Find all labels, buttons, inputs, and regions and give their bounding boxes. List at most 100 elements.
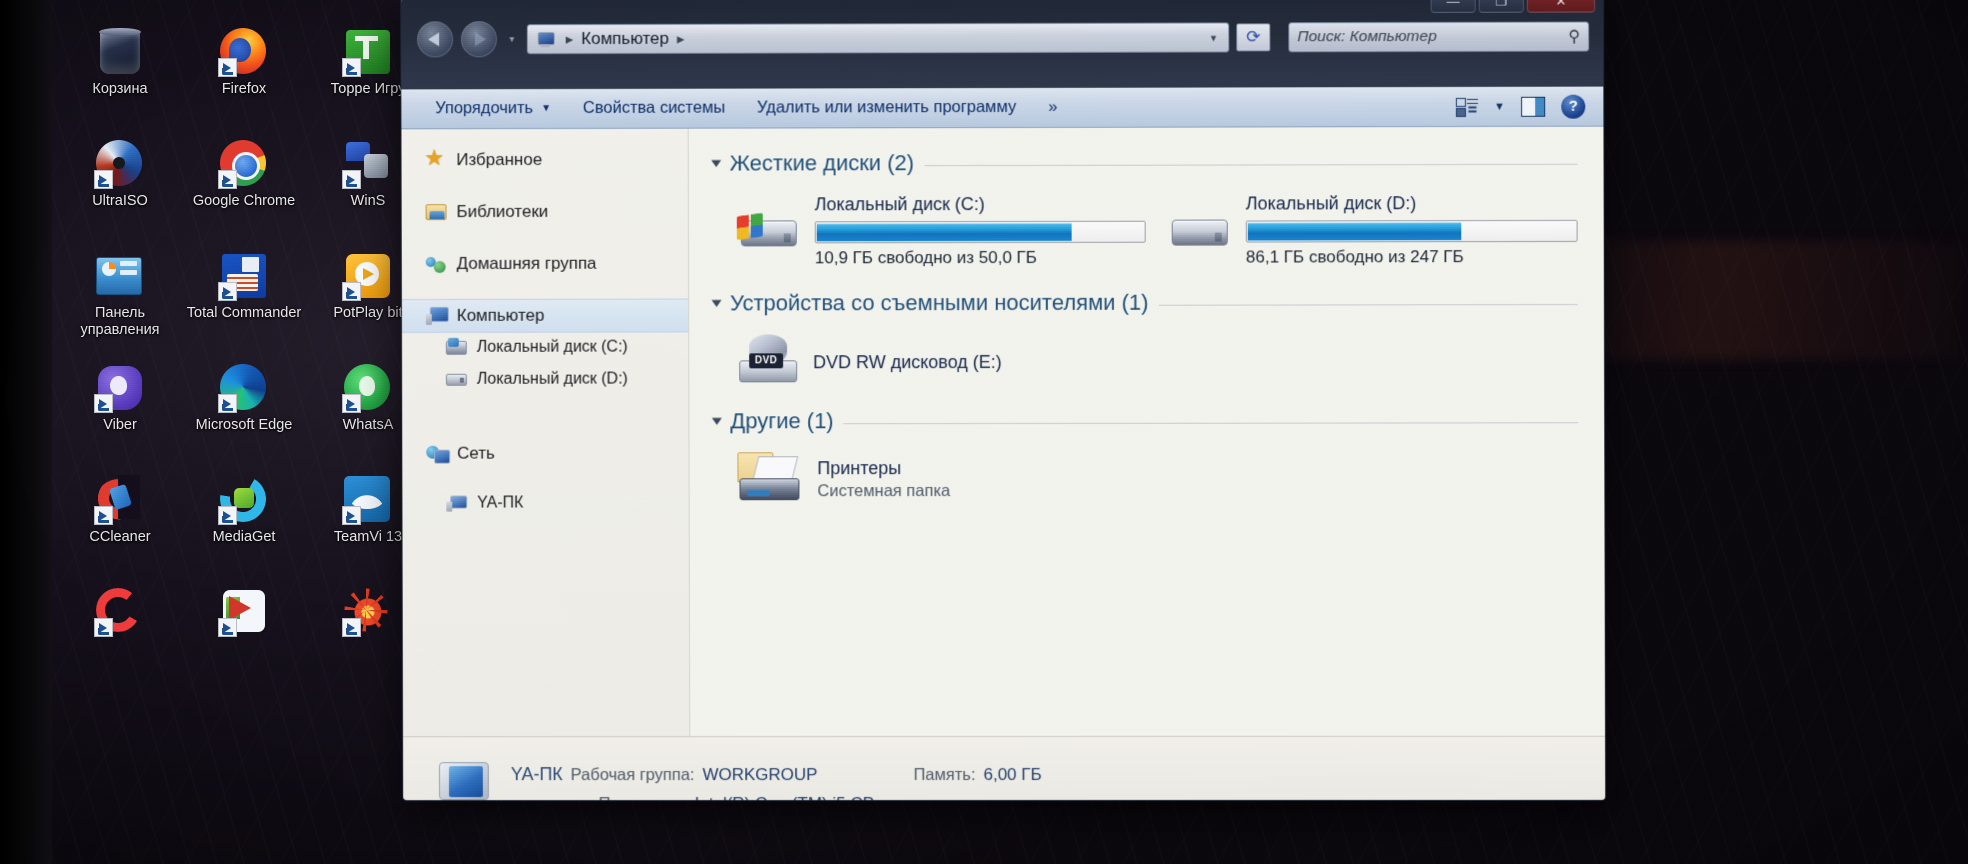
computer-monitor-icon [433, 760, 495, 801]
sidebar-item-label: YA-ПК [477, 494, 524, 512]
back-arrow-icon[interactable] [417, 21, 454, 58]
workgroup-value: WORKGROUP [702, 764, 818, 784]
desktop-icon-label: Microsoft Edge [195, 417, 293, 433]
minimize-button[interactable]: — [1430, 0, 1476, 13]
view-dropdown-button[interactable]: ▼ [1486, 91, 1513, 121]
desktop-icon-label: TeamVi 13 [333, 529, 403, 545]
drive-item-c[interactable]: Локальный диск (C:) 10,9 ГБ свободно из … [736, 192, 1146, 269]
desktop-icon-recycle-bin[interactable]: Корзина [58, 22, 182, 134]
sidebar-item-network[interactable]: Сеть [402, 436, 688, 470]
uninstall-change-program-button[interactable]: Удалить или изменить программу [741, 92, 1032, 123]
desktop-icon-firefox[interactable]: Firefox [182, 22, 306, 134]
desktop-icon-viber[interactable]: Viber [58, 358, 182, 470]
processor-value: Intel(R) Core(TM) i5 CP... [695, 794, 886, 801]
group-header[interactable]: Жесткие диски (2) [711, 149, 1578, 177]
details-line-2: Процессор: Intel(R) Core(TM) i5 CP... [511, 793, 1581, 801]
computer-icon [446, 494, 468, 514]
system-drive-icon [736, 208, 801, 258]
details-pane: YA-ПК Рабочая группа: WORKGROUP Память: … [403, 735, 1606, 801]
desktop-icon-row: CCleaner MediaGet TeamVi 13 [58, 470, 438, 582]
desktop-icon-partial-1[interactable] [58, 582, 182, 694]
firefox-icon [218, 28, 268, 77]
drive-free-space: 86,1 ГБ свободно из 247 ГБ [1245, 247, 1464, 267]
preview-pane-button[interactable] [1513, 91, 1553, 121]
window-body: Избранное Библиотеки Домашняя группа Ком… [401, 126, 1606, 737]
sidebar-item-computer[interactable]: Компьютер [401, 298, 689, 333]
libraries-icon [425, 202, 448, 222]
printers-details: Принтеры Системная папка [817, 452, 950, 501]
drive-list: Локальный диск (C:) 10,9 ГБ свободно из … [711, 181, 1578, 277]
navigation-pane: Избранное Библиотеки Домашняя группа Ком… [401, 128, 691, 737]
help-icon: ? [1561, 94, 1586, 119]
close-button[interactable]: ✕ [1526, 0, 1596, 13]
printers-folder[interactable]: Принтеры Системная папка [711, 439, 1578, 512]
drive-icon [1168, 208, 1232, 258]
sidebar-item-local-disk-c[interactable]: Локальный диск (C:) [402, 333, 688, 363]
refresh-button[interactable]: ⟳ [1236, 23, 1271, 52]
breadcrumb-computer[interactable]: Компьютер [581, 29, 669, 49]
change-view-button[interactable] [1448, 91, 1486, 121]
whatsapp-icon [342, 364, 392, 413]
search-input[interactable]: Поиск: Компьютер ⚲ [1288, 21, 1590, 53]
group-divider [1158, 303, 1578, 306]
sidebar-item-label: Локальный диск (C:) [476, 338, 628, 356]
breadcrumb-separator-icon: ▸ [565, 31, 574, 49]
organize-button[interactable]: Упорядочить ▼ [419, 94, 567, 124]
sidebar-item-ya-pc[interactable]: YA-ПК [402, 488, 688, 518]
desktop-icon-google-chrome[interactable]: Google Chrome [182, 134, 306, 246]
address-dropdown-icon[interactable]: ▾ [1207, 31, 1225, 44]
drive-name: Локальный диск (C:) [814, 194, 985, 215]
desktop-icon-control-panel[interactable]: Панель управления [58, 246, 182, 358]
desktop-icon-label: Viber [103, 417, 137, 433]
desktop-icon-ccleaner[interactable]: CCleaner [58, 470, 182, 582]
sidebar-item-libraries[interactable]: Библиотеки [402, 195, 688, 230]
sidebar-item-homegroup[interactable]: Домашняя группа [402, 247, 688, 281]
desktop-icon-total-commander[interactable]: Total Commander [182, 246, 306, 358]
desktop-icon-partial-2[interactable] [182, 582, 306, 694]
drive-item-d[interactable]: Локальный диск (D:) 86,1 ГБ свободно из … [1168, 191, 1578, 268]
drive-c-icon [445, 338, 468, 358]
system-properties-button[interactable]: Свойства системы [567, 93, 741, 123]
collapse-triangle-icon[interactable] [711, 417, 722, 425]
recent-pages-chevron-icon[interactable]: ▾ [505, 34, 519, 45]
sidebar-item-local-disk-d[interactable]: Локальный диск (D:) [402, 364, 688, 394]
dvd-drive-e[interactable]: DVD DVD RW дисковод (E:) [711, 321, 1578, 392]
desktop-icon-label: MediaGet [212, 529, 276, 545]
group-header[interactable]: Другие (1) [711, 407, 1579, 434]
memory-label: Память: [913, 765, 976, 784]
desktop-icon-row [58, 582, 438, 694]
winscp-icon [342, 140, 392, 189]
collapse-triangle-icon[interactable] [711, 299, 722, 307]
title-bar[interactable]: — ❐ ✕ [401, 0, 1603, 18]
forward-arrow-icon[interactable] [460, 21, 497, 58]
desktop-icon-label: WhatsA [342, 417, 394, 433]
desktop-icon-mediaget[interactable]: MediaGet [182, 470, 306, 582]
drive-usage-fill [816, 222, 1072, 242]
address-bar[interactable]: ▸ Компьютер ▸ ▾ [526, 22, 1230, 55]
group-header[interactable]: Устройства со съемными носителями (1) [711, 289, 1578, 316]
preview-pane-icon [1521, 96, 1546, 117]
sidebar-item-label: Локальный диск (D:) [476, 370, 628, 388]
drive-details: Локальный диск (D:) 86,1 ГБ свободно из … [1246, 191, 1578, 268]
network-icon [426, 444, 448, 464]
group-hard-drives: Жесткие диски (2) Локальный диск (C:) 10… [711, 149, 1578, 277]
sidebar-item-favorites[interactable]: Избранное [401, 143, 687, 178]
search-icon: ⚲ [1568, 28, 1581, 46]
address-spacer [692, 37, 1206, 38]
maximize-button[interactable]: ❐ [1478, 0, 1524, 13]
drive-d-icon [445, 370, 468, 390]
help-button[interactable]: ? [1553, 91, 1593, 121]
view-layout-icon [1456, 96, 1479, 116]
ccleaner-icon [94, 476, 144, 525]
drive-usage-fill [1247, 222, 1461, 241]
sidebar-item-label: Библиотеки [456, 201, 549, 222]
breadcrumb-separator-icon[interactable]: ▸ [669, 30, 693, 48]
homegroup-icon [426, 254, 448, 274]
desktop-icon-microsoft-edge[interactable]: Microsoft Edge [182, 358, 306, 470]
total-commander-icon [218, 252, 268, 301]
printers-icon [737, 452, 803, 506]
toolbar-overflow-button[interactable]: » [1032, 92, 1073, 122]
drive-usage-bar [814, 220, 1146, 244]
collapse-triangle-icon[interactable] [711, 160, 722, 168]
desktop-icon-ultraiso[interactable]: UltraISO [58, 134, 182, 246]
